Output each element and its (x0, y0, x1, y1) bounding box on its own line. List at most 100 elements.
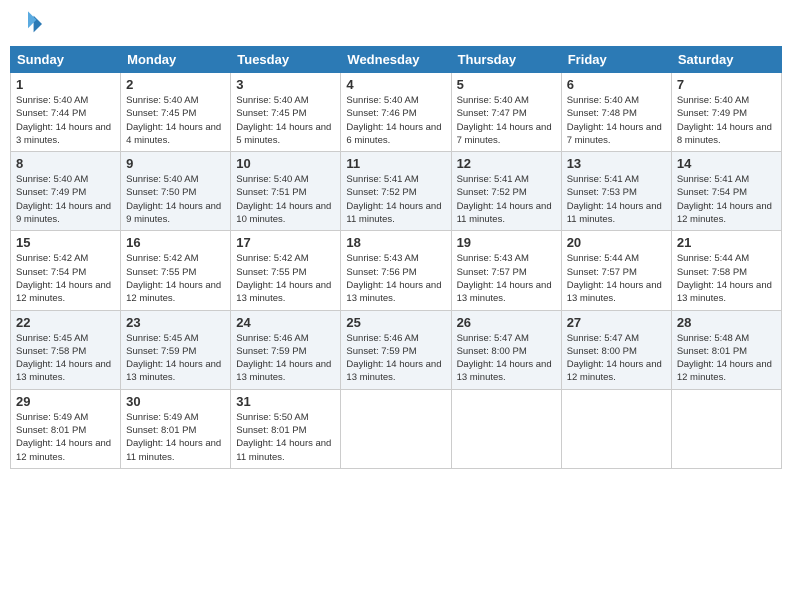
calendar-cell: 10 Sunrise: 5:40 AM Sunset: 7:51 PM Dayl… (231, 152, 341, 231)
day-number: 17 (236, 235, 335, 250)
calendar-cell: 24 Sunrise: 5:46 AM Sunset: 7:59 PM Dayl… (231, 310, 341, 389)
calendar-cell (671, 389, 781, 468)
calendar-cell: 18 Sunrise: 5:43 AM Sunset: 7:56 PM Dayl… (341, 231, 451, 310)
weekday-header-sunday: Sunday (11, 47, 121, 73)
day-number: 28 (677, 315, 776, 330)
day-number: 23 (126, 315, 225, 330)
calendar-cell: 23 Sunrise: 5:45 AM Sunset: 7:59 PM Dayl… (121, 310, 231, 389)
calendar-cell: 2 Sunrise: 5:40 AM Sunset: 7:45 PM Dayli… (121, 73, 231, 152)
day-number: 10 (236, 156, 335, 171)
day-number: 16 (126, 235, 225, 250)
calendar-cell: 13 Sunrise: 5:41 AM Sunset: 7:53 PM Dayl… (561, 152, 671, 231)
calendar-cell: 19 Sunrise: 5:43 AM Sunset: 7:57 PM Dayl… (451, 231, 561, 310)
logo (14, 10, 44, 38)
day-info: Sunrise: 5:40 AM Sunset: 7:48 PM Dayligh… (567, 94, 666, 147)
page-header (10, 10, 782, 38)
day-number: 6 (567, 77, 666, 92)
day-info: Sunrise: 5:40 AM Sunset: 7:51 PM Dayligh… (236, 173, 335, 226)
calendar-cell: 31 Sunrise: 5:50 AM Sunset: 8:01 PM Dayl… (231, 389, 341, 468)
day-info: Sunrise: 5:48 AM Sunset: 8:01 PM Dayligh… (677, 332, 776, 385)
calendar-cell: 16 Sunrise: 5:42 AM Sunset: 7:55 PM Dayl… (121, 231, 231, 310)
day-info: Sunrise: 5:44 AM Sunset: 7:58 PM Dayligh… (677, 252, 776, 305)
day-info: Sunrise: 5:40 AM Sunset: 7:50 PM Dayligh… (126, 173, 225, 226)
calendar-cell: 25 Sunrise: 5:46 AM Sunset: 7:59 PM Dayl… (341, 310, 451, 389)
day-info: Sunrise: 5:46 AM Sunset: 7:59 PM Dayligh… (236, 332, 335, 385)
calendar-cell: 12 Sunrise: 5:41 AM Sunset: 7:52 PM Dayl… (451, 152, 561, 231)
logo-icon (14, 10, 42, 38)
calendar-cell: 21 Sunrise: 5:44 AM Sunset: 7:58 PM Dayl… (671, 231, 781, 310)
calendar-cell (451, 389, 561, 468)
day-number: 18 (346, 235, 445, 250)
day-number: 2 (126, 77, 225, 92)
day-number: 30 (126, 394, 225, 409)
day-info: Sunrise: 5:41 AM Sunset: 7:52 PM Dayligh… (457, 173, 556, 226)
day-info: Sunrise: 5:41 AM Sunset: 7:52 PM Dayligh… (346, 173, 445, 226)
calendar-table: SundayMondayTuesdayWednesdayThursdayFrid… (10, 46, 782, 469)
calendar-cell: 7 Sunrise: 5:40 AM Sunset: 7:49 PM Dayli… (671, 73, 781, 152)
day-info: Sunrise: 5:45 AM Sunset: 7:58 PM Dayligh… (16, 332, 115, 385)
calendar-cell: 1 Sunrise: 5:40 AM Sunset: 7:44 PM Dayli… (11, 73, 121, 152)
day-number: 1 (16, 77, 115, 92)
day-info: Sunrise: 5:40 AM Sunset: 7:47 PM Dayligh… (457, 94, 556, 147)
calendar-cell: 30 Sunrise: 5:49 AM Sunset: 8:01 PM Dayl… (121, 389, 231, 468)
day-number: 22 (16, 315, 115, 330)
calendar-cell (561, 389, 671, 468)
calendar-cell: 17 Sunrise: 5:42 AM Sunset: 7:55 PM Dayl… (231, 231, 341, 310)
day-info: Sunrise: 5:49 AM Sunset: 8:01 PM Dayligh… (126, 411, 225, 464)
calendar-cell: 4 Sunrise: 5:40 AM Sunset: 7:46 PM Dayli… (341, 73, 451, 152)
calendar-cell: 29 Sunrise: 5:49 AM Sunset: 8:01 PM Dayl… (11, 389, 121, 468)
day-number: 3 (236, 77, 335, 92)
day-number: 7 (677, 77, 776, 92)
day-number: 9 (126, 156, 225, 171)
day-number: 19 (457, 235, 556, 250)
day-number: 12 (457, 156, 556, 171)
day-info: Sunrise: 5:44 AM Sunset: 7:57 PM Dayligh… (567, 252, 666, 305)
weekday-header-tuesday: Tuesday (231, 47, 341, 73)
weekday-header-monday: Monday (121, 47, 231, 73)
calendar-cell: 8 Sunrise: 5:40 AM Sunset: 7:49 PM Dayli… (11, 152, 121, 231)
day-info: Sunrise: 5:42 AM Sunset: 7:54 PM Dayligh… (16, 252, 115, 305)
calendar-cell: 11 Sunrise: 5:41 AM Sunset: 7:52 PM Dayl… (341, 152, 451, 231)
day-number: 4 (346, 77, 445, 92)
day-number: 27 (567, 315, 666, 330)
day-info: Sunrise: 5:50 AM Sunset: 8:01 PM Dayligh… (236, 411, 335, 464)
weekday-header-thursday: Thursday (451, 47, 561, 73)
day-info: Sunrise: 5:40 AM Sunset: 7:49 PM Dayligh… (16, 173, 115, 226)
calendar-cell (341, 389, 451, 468)
day-info: Sunrise: 5:41 AM Sunset: 7:54 PM Dayligh… (677, 173, 776, 226)
calendar-cell: 9 Sunrise: 5:40 AM Sunset: 7:50 PM Dayli… (121, 152, 231, 231)
day-number: 26 (457, 315, 556, 330)
day-number: 31 (236, 394, 335, 409)
day-info: Sunrise: 5:49 AM Sunset: 8:01 PM Dayligh… (16, 411, 115, 464)
day-info: Sunrise: 5:43 AM Sunset: 7:56 PM Dayligh… (346, 252, 445, 305)
day-number: 29 (16, 394, 115, 409)
weekday-header-saturday: Saturday (671, 47, 781, 73)
calendar-cell: 22 Sunrise: 5:45 AM Sunset: 7:58 PM Dayl… (11, 310, 121, 389)
day-info: Sunrise: 5:42 AM Sunset: 7:55 PM Dayligh… (126, 252, 225, 305)
day-number: 8 (16, 156, 115, 171)
day-info: Sunrise: 5:47 AM Sunset: 8:00 PM Dayligh… (457, 332, 556, 385)
calendar-cell: 6 Sunrise: 5:40 AM Sunset: 7:48 PM Dayli… (561, 73, 671, 152)
calendar-cell: 3 Sunrise: 5:40 AM Sunset: 7:45 PM Dayli… (231, 73, 341, 152)
day-info: Sunrise: 5:46 AM Sunset: 7:59 PM Dayligh… (346, 332, 445, 385)
day-info: Sunrise: 5:41 AM Sunset: 7:53 PM Dayligh… (567, 173, 666, 226)
calendar-cell: 5 Sunrise: 5:40 AM Sunset: 7:47 PM Dayli… (451, 73, 561, 152)
calendar-cell: 28 Sunrise: 5:48 AM Sunset: 8:01 PM Dayl… (671, 310, 781, 389)
weekday-header-friday: Friday (561, 47, 671, 73)
calendar-cell: 14 Sunrise: 5:41 AM Sunset: 7:54 PM Dayl… (671, 152, 781, 231)
day-info: Sunrise: 5:40 AM Sunset: 7:44 PM Dayligh… (16, 94, 115, 147)
day-number: 20 (567, 235, 666, 250)
day-number: 14 (677, 156, 776, 171)
day-number: 15 (16, 235, 115, 250)
day-number: 13 (567, 156, 666, 171)
calendar-cell: 20 Sunrise: 5:44 AM Sunset: 7:57 PM Dayl… (561, 231, 671, 310)
day-info: Sunrise: 5:42 AM Sunset: 7:55 PM Dayligh… (236, 252, 335, 305)
weekday-header-wednesday: Wednesday (341, 47, 451, 73)
day-info: Sunrise: 5:43 AM Sunset: 7:57 PM Dayligh… (457, 252, 556, 305)
day-number: 5 (457, 77, 556, 92)
day-info: Sunrise: 5:40 AM Sunset: 7:45 PM Dayligh… (126, 94, 225, 147)
day-info: Sunrise: 5:40 AM Sunset: 7:46 PM Dayligh… (346, 94, 445, 147)
day-info: Sunrise: 5:40 AM Sunset: 7:49 PM Dayligh… (677, 94, 776, 147)
calendar-cell: 15 Sunrise: 5:42 AM Sunset: 7:54 PM Dayl… (11, 231, 121, 310)
day-number: 21 (677, 235, 776, 250)
